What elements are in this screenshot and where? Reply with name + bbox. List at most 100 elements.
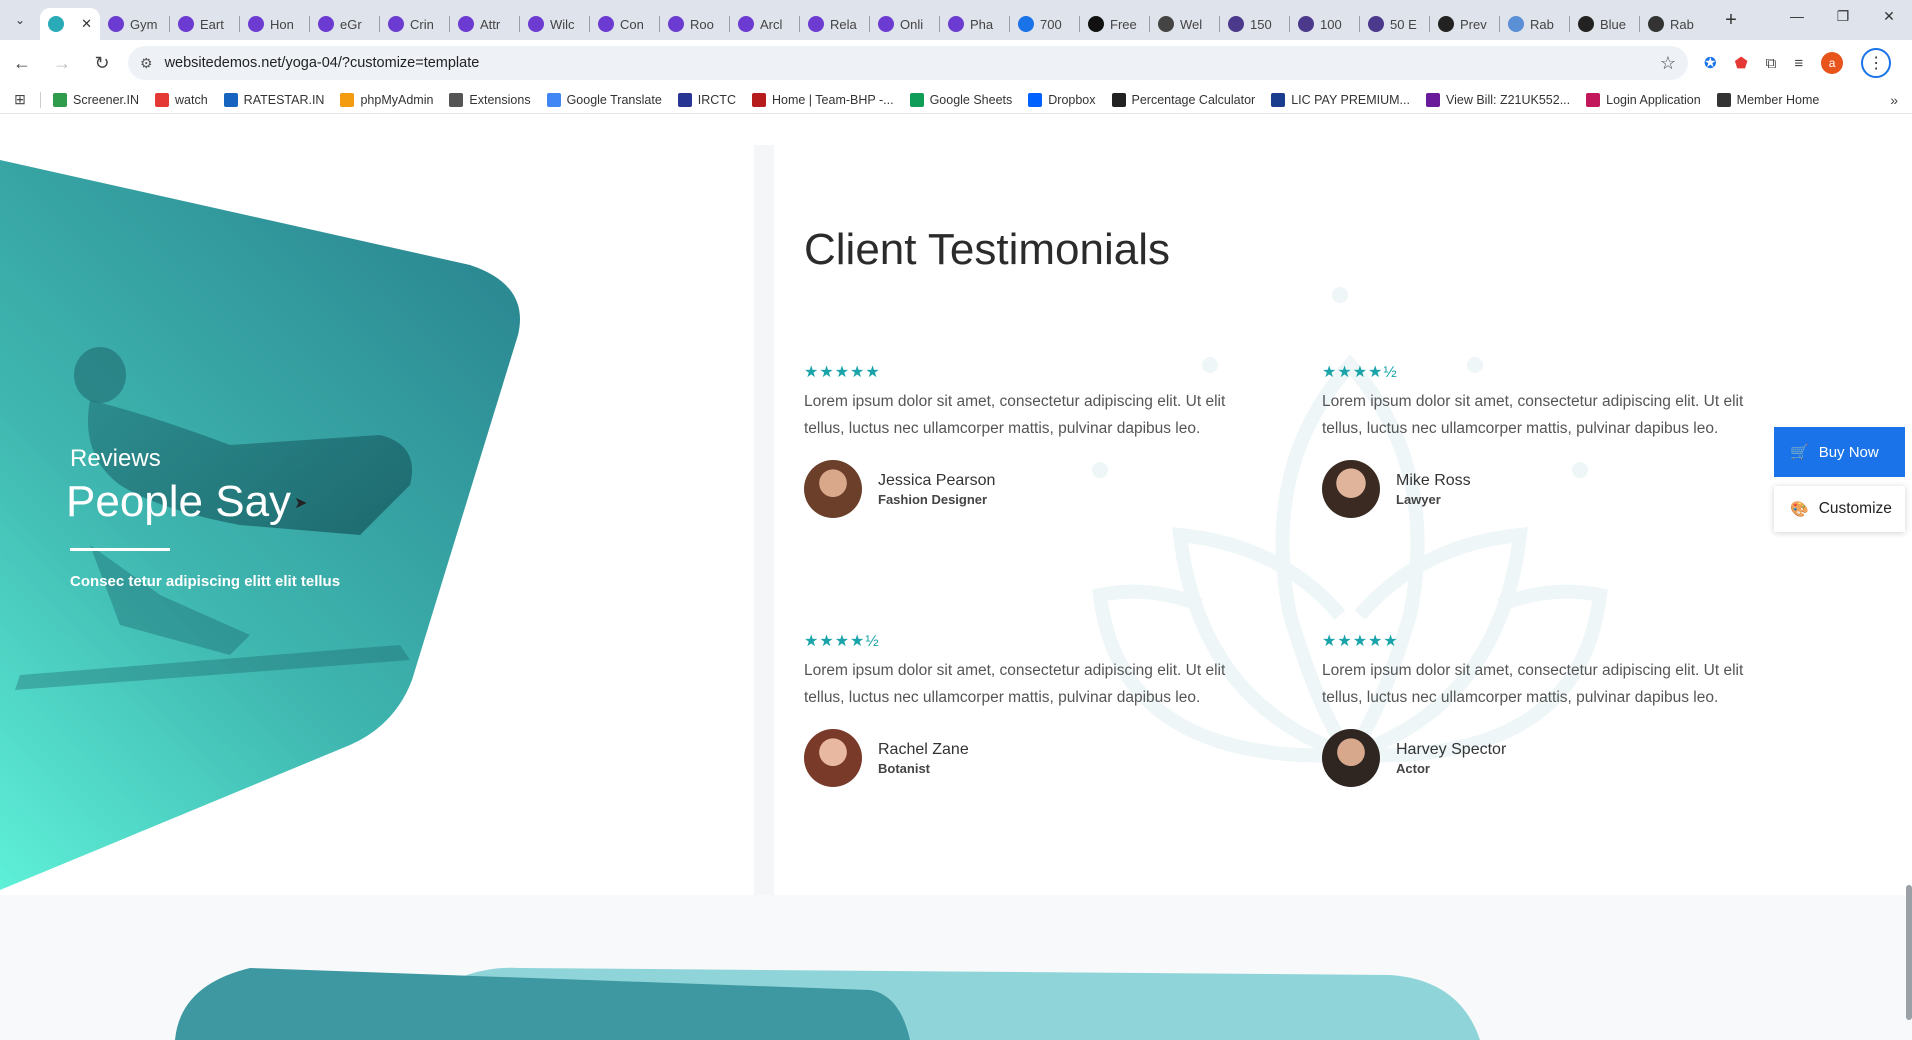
browser-tab[interactable]: Rela bbox=[800, 8, 869, 40]
mouse-cursor-icon: ➤ bbox=[294, 495, 308, 512]
page-scrollbar[interactable] bbox=[1906, 115, 1912, 1040]
tab-list: ✕ Gym Eart Hon eGr Crin Attr Wilc Con Roo Arcl Rela… bbox=[40, 0, 1709, 40]
bookmark-item[interactable]: IRCTC bbox=[677, 92, 736, 107]
hero-title: People Say bbox=[66, 477, 292, 526]
author-name: Jessica Pearson bbox=[878, 471, 996, 489]
bookmark-label: Google Sheets bbox=[929, 92, 1013, 107]
bookmark-label: LIC PAY PREMIUM... bbox=[1291, 92, 1410, 107]
scrollbar-thumb[interactable] bbox=[1906, 885, 1912, 1020]
bookmark-label: Extensions bbox=[469, 92, 531, 107]
bookmark-label: Google Translate bbox=[566, 92, 662, 107]
back-button[interactable]: ← bbox=[4, 45, 40, 81]
bookmark-item[interactable]: Dropbox bbox=[1028, 92, 1096, 107]
tab-favicon-icon bbox=[1368, 16, 1384, 32]
buy-now-label: Buy Now bbox=[1818, 443, 1879, 461]
tab-favicon-icon bbox=[1018, 16, 1034, 32]
browser-tab[interactable]: Pha bbox=[940, 8, 1009, 40]
minimize-icon[interactable]: — bbox=[1774, 0, 1820, 32]
extension-icon[interactable]: ✪ bbox=[1704, 54, 1717, 72]
puzzle-icon[interactable]: ⧉ bbox=[1766, 55, 1777, 72]
address-bar[interactable]: ⚙ websitedemos.net/yoga-04/?customize=te… bbox=[128, 46, 1688, 80]
browser-tab[interactable]: Attr bbox=[450, 8, 519, 40]
tab-favicon-icon bbox=[878, 16, 894, 32]
section-divider bbox=[754, 145, 774, 895]
profile-avatar[interactable]: a bbox=[1821, 52, 1844, 74]
tab-label: Crin bbox=[410, 16, 434, 32]
bookmark-item[interactable]: Extensions bbox=[449, 92, 531, 107]
testimonial-author: Jessica Pearson Fashion Designer bbox=[804, 460, 1254, 518]
tab-label: Attr bbox=[480, 16, 501, 32]
reviews-hero: Reviews People Say Consec tetur adipisci… bbox=[0, 115, 754, 895]
browser-tab[interactable]: Blue bbox=[1570, 8, 1639, 40]
apps-grid-icon[interactable]: ⊞ bbox=[0, 91, 40, 108]
reload-button[interactable]: ↻ bbox=[84, 45, 120, 81]
avatar bbox=[804, 729, 862, 787]
browser-tab[interactable]: Wilc bbox=[520, 8, 589, 40]
close-window-icon[interactable]: ✕ bbox=[1866, 0, 1912, 32]
media-control-icon[interactable]: ≡ bbox=[1794, 55, 1803, 72]
browser-tab[interactable]: eGr bbox=[310, 8, 379, 40]
author-role: Fashion Designer bbox=[878, 491, 988, 507]
forward-button[interactable]: → bbox=[44, 45, 80, 81]
buy-now-button[interactable]: 🛒 Buy Now bbox=[1774, 427, 1905, 477]
tab-favicon-icon bbox=[948, 16, 964, 32]
bookmark-item[interactable]: Member Home bbox=[1716, 92, 1819, 107]
bookmark-label: Dropbox bbox=[1048, 92, 1096, 107]
bookmark-item[interactable]: RATESTAR.IN bbox=[223, 92, 324, 107]
browser-tab[interactable]: Free bbox=[1080, 8, 1149, 40]
bookmark-label: Login Application bbox=[1606, 92, 1701, 107]
restore-icon[interactable]: ❐ bbox=[1820, 0, 1866, 32]
browser-tab[interactable]: 150 bbox=[1220, 8, 1289, 40]
browser-tab[interactable]: Hon bbox=[240, 8, 309, 40]
browser-tab[interactable]: 100 bbox=[1290, 8, 1359, 40]
bookmark-item[interactable]: View Bill: Z21UK552... bbox=[1425, 92, 1570, 107]
customize-button[interactable]: 🎨 Customize bbox=[1774, 486, 1905, 532]
browser-tab[interactable]: Arcl bbox=[730, 8, 799, 40]
bookmark-item[interactable]: LIC PAY PREMIUM... bbox=[1271, 92, 1410, 107]
site-info-icon[interactable]: ⚙ bbox=[140, 55, 153, 72]
bookmark-item[interactable]: Google Translate bbox=[546, 92, 662, 107]
browser-tab[interactable]: Prev bbox=[1430, 8, 1499, 40]
new-tab-button[interactable]: + bbox=[1715, 9, 1747, 32]
tab-favicon-icon bbox=[1158, 16, 1174, 32]
browser-tab[interactable]: Rab bbox=[1500, 8, 1569, 40]
tab-search-button[interactable]: ⌄ bbox=[0, 0, 40, 40]
testimonial-card: ★★★★★ Lorem ipsum dolor sit amet, consect… bbox=[804, 362, 1254, 518]
menu-icon[interactable]: ⋮ bbox=[1861, 48, 1892, 78]
browser-tab[interactable]: Con bbox=[590, 8, 659, 40]
bookmark-favicon-icon bbox=[1111, 92, 1126, 107]
tab-label: Rab bbox=[1670, 16, 1694, 32]
bookmark-favicon-icon bbox=[1271, 92, 1286, 107]
browser-tab[interactable]: Rab bbox=[1640, 8, 1709, 40]
cart-icon: 🛒 bbox=[1790, 444, 1809, 461]
browser-tab[interactable]: Wel bbox=[1150, 8, 1219, 40]
tab-favicon-icon bbox=[738, 16, 754, 32]
browser-tab[interactable]: Roo bbox=[660, 8, 729, 40]
author-info: Harvey Spector Actor bbox=[1396, 741, 1506, 776]
browser-tab[interactable]: Eart bbox=[170, 8, 239, 40]
testimonial-author: Harvey Spector Actor bbox=[1322, 729, 1772, 787]
more-bookmarks-icon[interactable]: » bbox=[1890, 92, 1898, 108]
tab-label: 700 bbox=[1040, 16, 1062, 32]
bookmark-item[interactable]: Login Application bbox=[1586, 92, 1701, 107]
browser-tab[interactable]: Crin bbox=[380, 8, 449, 40]
bookmark-star-icon[interactable]: ☆ bbox=[1660, 53, 1676, 74]
browser-tab[interactable]: Onli bbox=[870, 8, 939, 40]
bookmark-item[interactable]: watch bbox=[155, 92, 208, 107]
bookmark-item[interactable]: phpMyAdmin bbox=[340, 92, 433, 107]
tab-close-icon[interactable]: ✕ bbox=[81, 16, 92, 32]
bookmark-item[interactable]: Screener.IN bbox=[53, 92, 140, 107]
bookmark-item[interactable]: Google Sheets bbox=[909, 92, 1013, 107]
bookmark-item[interactable]: Home | Team-BHP -... bbox=[751, 92, 894, 107]
browser-tab[interactable]: 50 E bbox=[1360, 8, 1429, 40]
bookmark-label: Screener.IN bbox=[73, 92, 140, 107]
browser-tab[interactable]: 700 bbox=[1010, 8, 1079, 40]
extension-icon[interactable]: ⬟ bbox=[1735, 54, 1748, 72]
bookmark-item[interactable]: Percentage Calculator bbox=[1111, 92, 1255, 107]
testimonial-author: Rachel Zane Botanist bbox=[804, 729, 1254, 787]
browser-tab[interactable]: ✕ bbox=[40, 8, 100, 40]
tab-label: Gym bbox=[130, 16, 158, 32]
tab-label: Free bbox=[1110, 16, 1137, 32]
tab-label: Roo bbox=[690, 16, 714, 32]
browser-tab[interactable]: Gym bbox=[100, 8, 169, 40]
